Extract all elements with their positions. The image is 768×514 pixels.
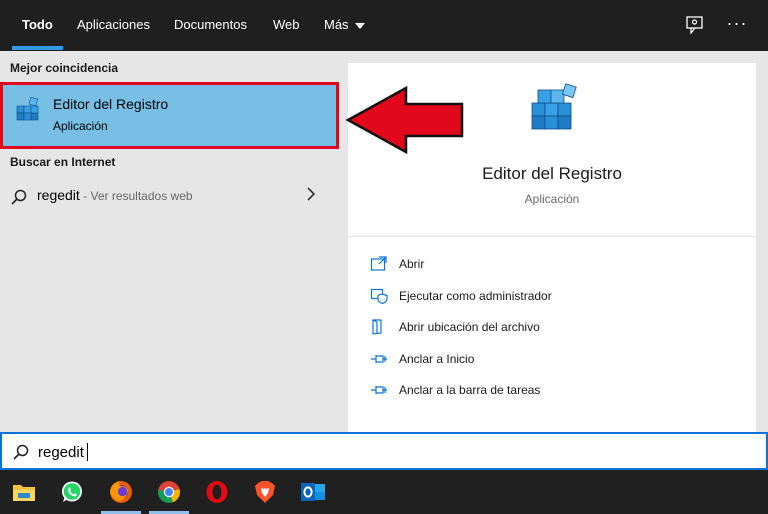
chevron-right-icon[interactable]: [304, 184, 318, 204]
opera-icon: [206, 481, 228, 503]
taskbar-firefox[interactable]: [97, 470, 145, 514]
action-anclar-barra-tareas[interactable]: Anclar a la barra de tareas: [370, 380, 740, 402]
action-label: Abrir ubicación del archivo: [399, 320, 540, 334]
tab-aplicaciones[interactable]: Aplicaciones: [77, 0, 150, 51]
action-abrir-ubicacion[interactable]: Abrir ubicación del archivo: [370, 317, 740, 339]
search-icon: [11, 189, 27, 205]
active-tab-indicator: [12, 46, 63, 50]
action-label: Anclar a Inicio: [399, 352, 475, 366]
whatsapp-icon: [62, 481, 82, 502]
best-match-result[interactable]: Editor del Registro Aplicación: [0, 82, 339, 149]
taskbar-brave[interactable]: [241, 470, 289, 514]
taskbar-whatsapp[interactable]: [48, 470, 96, 514]
taskbar-file-explorer[interactable]: [0, 470, 48, 514]
chevron-down-icon: [354, 22, 365, 29]
tab-todo[interactable]: Todo: [22, 0, 53, 51]
search-box: [0, 432, 768, 470]
web-query-text: regedit: [37, 187, 80, 203]
best-match-heading: Mejor coincidencia: [10, 61, 119, 75]
registry-editor-large-icon: [531, 83, 577, 130]
web-query-hint: - Ver resultados web: [79, 189, 193, 203]
search-input[interactable]: [38, 440, 738, 464]
pin-icon: [371, 386, 387, 394]
action-label: Ejecutar como administrador: [399, 289, 552, 303]
open-icon: [370, 256, 387, 271]
taskbar-chrome[interactable]: [145, 470, 193, 514]
text-cursor: [87, 443, 88, 461]
outlook-icon: [301, 483, 325, 501]
brave-icon: [255, 481, 275, 503]
chrome-icon: [157, 481, 180, 503]
firefox-icon: [110, 481, 132, 503]
search-scope-tabs: Todo Aplicaciones Documentos Web Más ···: [0, 0, 768, 51]
best-match-subtitle: Aplicación: [53, 119, 108, 133]
best-match-title: Editor del Registro: [53, 96, 169, 112]
action-anclar-inicio[interactable]: Anclar a Inicio: [370, 349, 740, 371]
action-ejecutar-como-administrador[interactable]: Ejecutar como administrador: [370, 286, 740, 308]
taskbar: [0, 470, 768, 514]
run-as-admin-icon: [370, 288, 388, 304]
tab-mas-label: Más: [324, 17, 349, 32]
tab-documentos[interactable]: Documentos: [174, 0, 247, 51]
divider: [348, 236, 756, 237]
file-explorer-icon: [13, 485, 35, 501]
action-label: Abrir: [399, 257, 425, 271]
web-search-result[interactable]: regedit - Ver resultados web: [0, 179, 338, 213]
results-pane: Mejor coincidencia Editor del Registro A…: [0, 51, 348, 432]
pin-icon: [371, 355, 387, 363]
feedback-icon[interactable]: [682, 12, 708, 38]
taskbar-outlook[interactable]: [289, 470, 337, 514]
red-arrow-annotation: [345, 85, 464, 155]
search-icon: [13, 444, 29, 460]
web-search-heading: Buscar en Internet: [10, 155, 116, 169]
detail-subtitle: Aplicación: [524, 192, 580, 206]
action-abrir[interactable]: Abrir: [370, 254, 740, 276]
registry-editor-icon: [16, 96, 39, 121]
tab-mas[interactable]: Más: [324, 0, 365, 51]
tab-web[interactable]: Web: [273, 0, 300, 51]
file-location-icon: [372, 319, 382, 335]
taskbar-opera[interactable]: [193, 470, 241, 514]
web-search-query: regedit - Ver resultados web: [37, 187, 193, 203]
action-label: Anclar a la barra de tareas: [399, 383, 541, 397]
more-options-icon[interactable]: ···: [724, 10, 750, 36]
detail-title: Editor del Registro: [482, 164, 622, 183]
